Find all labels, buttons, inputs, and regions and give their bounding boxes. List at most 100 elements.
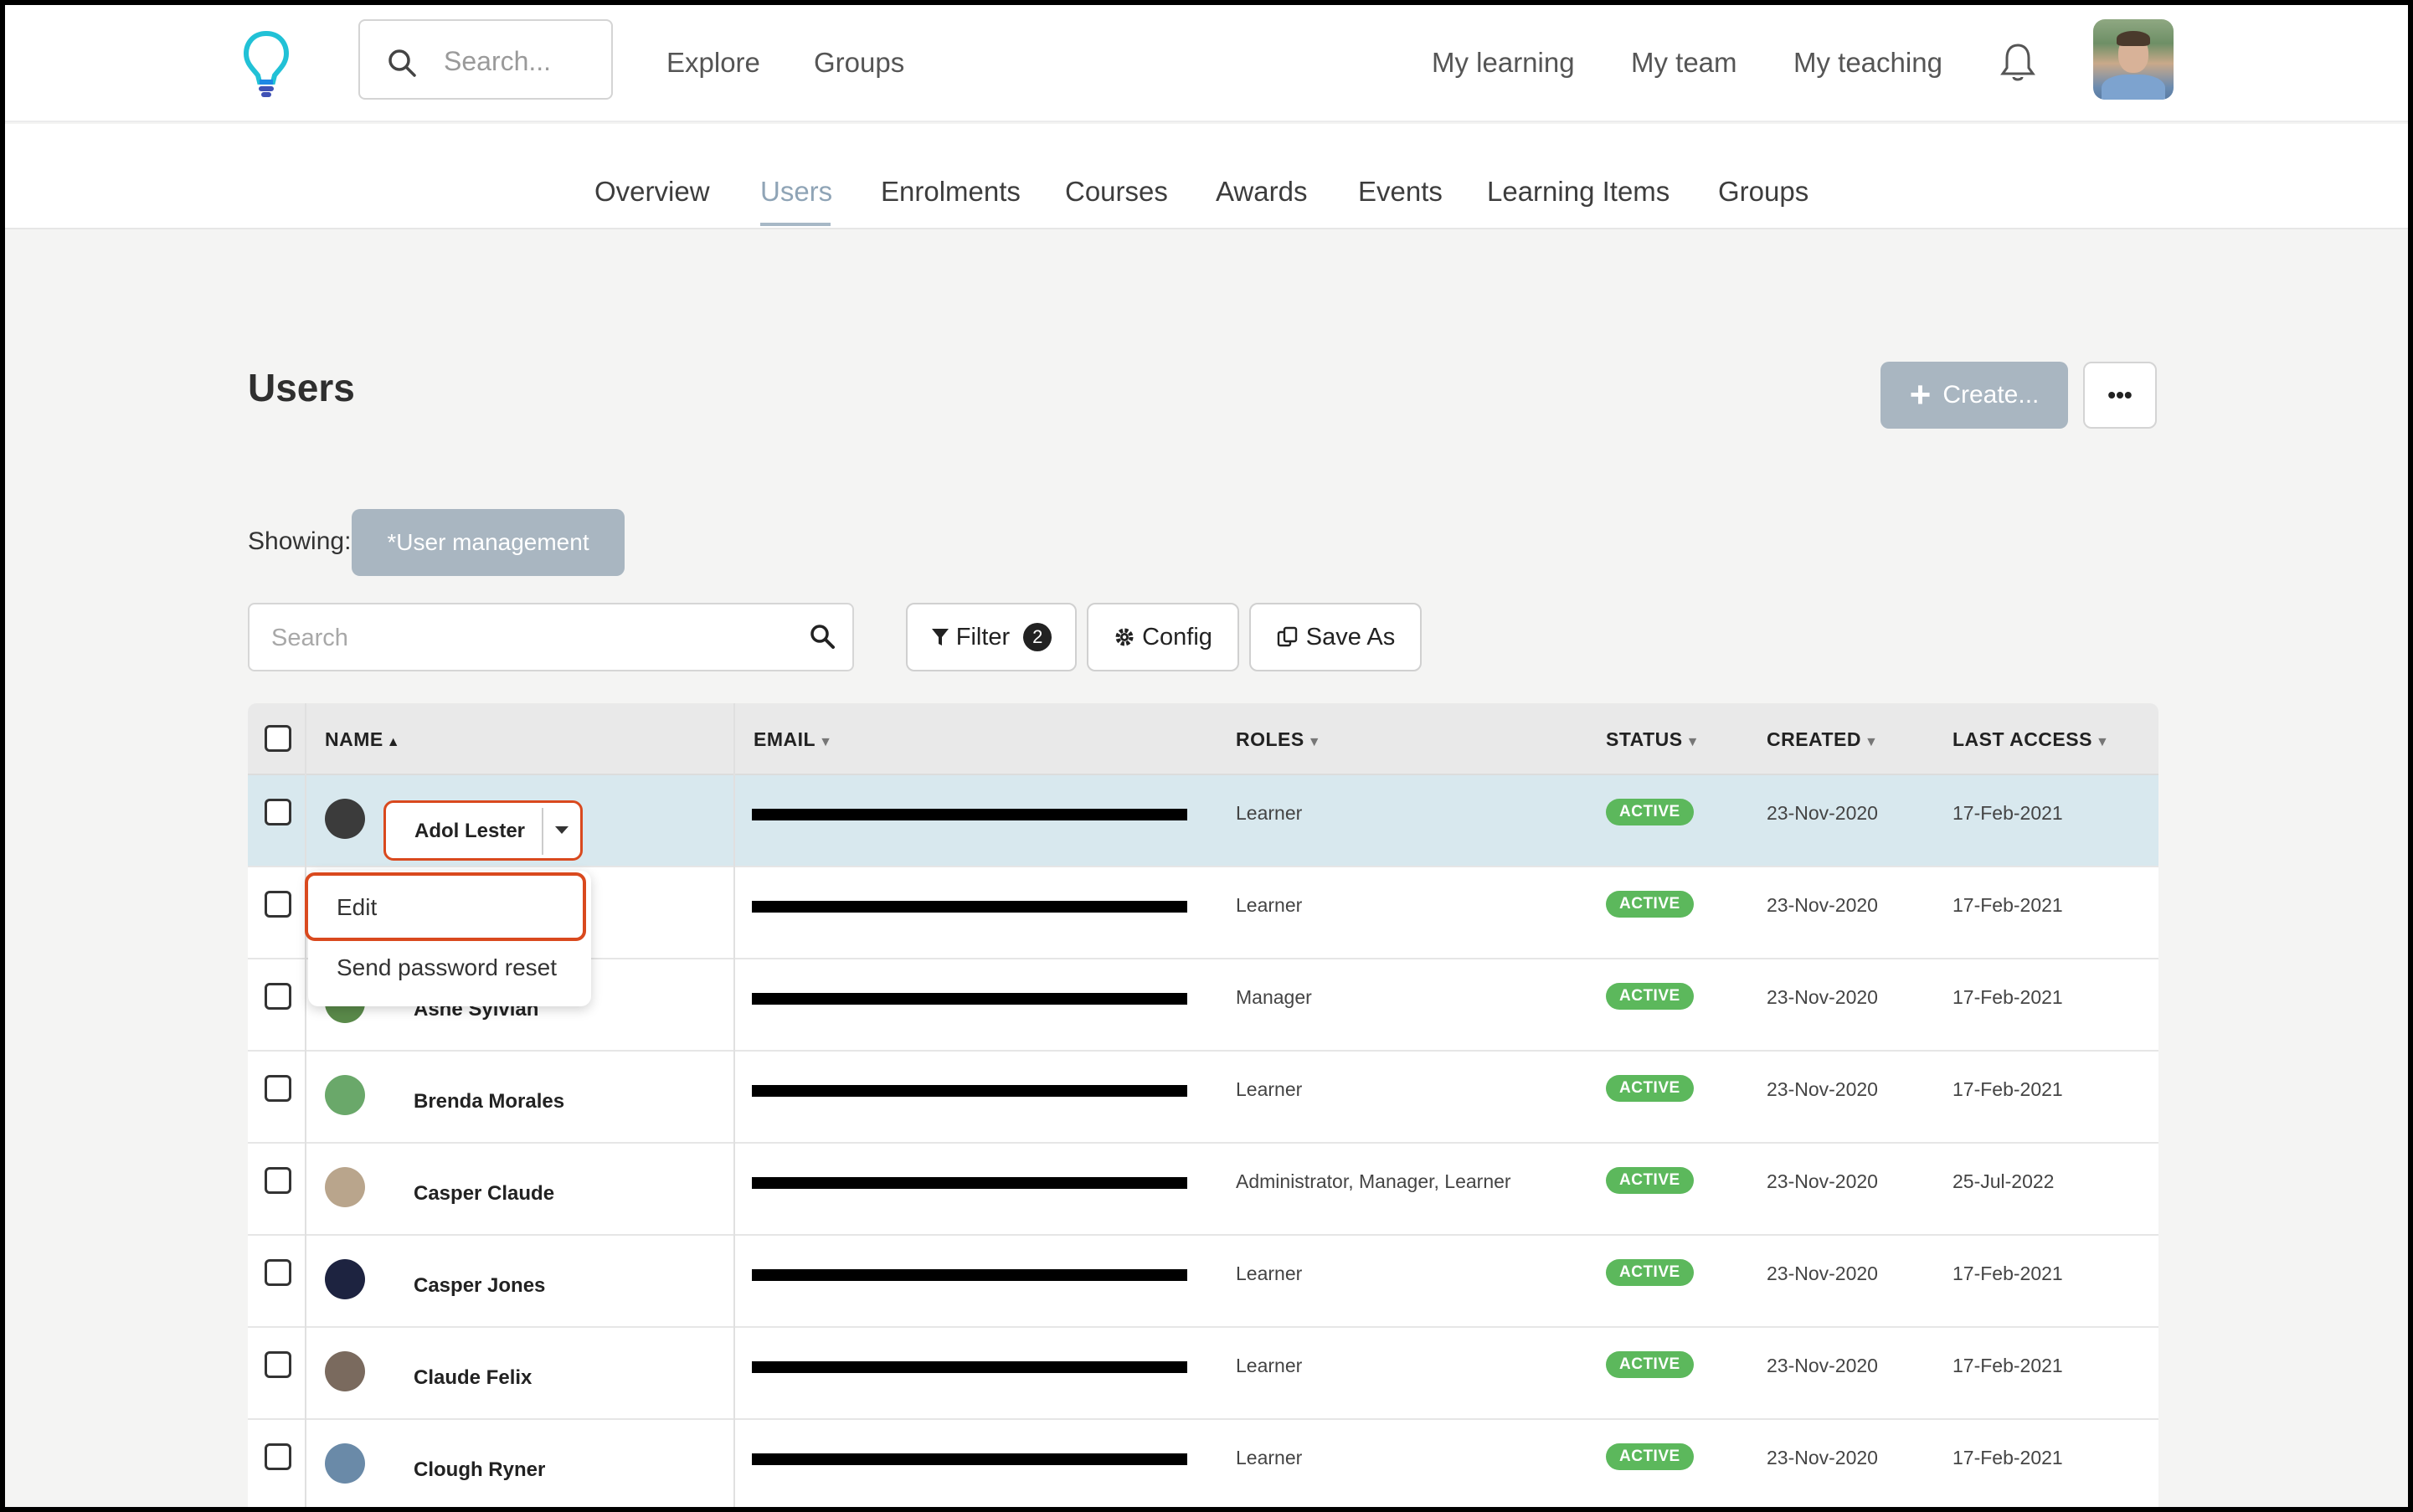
app-window: Search... Explore Groups My learning My … bbox=[5, 5, 2408, 1507]
header-roles[interactable]: ROLES ▼ bbox=[1236, 728, 1321, 751]
status-badge: ACTIVE bbox=[1606, 1443, 1694, 1470]
tab-courses[interactable]: Courses bbox=[1065, 176, 1168, 208]
create-label: Create... bbox=[1942, 381, 2040, 409]
showing-label: Showing: bbox=[248, 527, 352, 555]
table-row[interactable]: Casper Jones Learner 23-Nov-2020 17-Feb-202… bbox=[248, 1236, 2158, 1328]
status-badge: ACTIVE bbox=[1606, 1075, 1694, 1102]
redacted-email bbox=[752, 1453, 1187, 1465]
user-roles: Manager bbox=[1236, 986, 1312, 1008]
redacted-email bbox=[752, 993, 1187, 1005]
header-created[interactable]: CREATED ▼ bbox=[1767, 728, 1878, 751]
redacted-email bbox=[752, 901, 1187, 913]
top-header: Search... Explore Groups My learning My … bbox=[5, 5, 2408, 122]
tab-groups[interactable]: Groups bbox=[1718, 176, 1808, 208]
save-as-button[interactable]: Save As bbox=[1249, 603, 1422, 671]
create-button[interactable]: + Create... bbox=[1880, 362, 2068, 429]
tab-learning-items[interactable]: Learning Items bbox=[1487, 176, 1670, 208]
select-all-checkbox[interactable] bbox=[265, 725, 291, 752]
sort-arrow-icon: ▼ bbox=[1685, 735, 1700, 749]
row-checkbox[interactable] bbox=[265, 799, 291, 825]
filter-button[interactable]: Filter 2 bbox=[906, 603, 1077, 671]
menu-item-edit[interactable]: Edit bbox=[337, 894, 377, 921]
config-button[interactable]: Config bbox=[1087, 603, 1239, 671]
last-access-date: 17-Feb-2021 bbox=[1953, 1078, 2063, 1100]
nav-groups[interactable]: Groups bbox=[814, 47, 904, 79]
menu-item-send-password-reset[interactable]: Send password reset bbox=[337, 954, 557, 981]
sort-arrow-icon: ▼ bbox=[2095, 735, 2110, 749]
last-access-date: 17-Feb-2021 bbox=[1953, 986, 2063, 1008]
page-title: Users bbox=[248, 366, 355, 409]
redacted-email bbox=[752, 1085, 1187, 1097]
tab-awards[interactable]: Awards bbox=[1216, 176, 1307, 208]
user-name[interactable]: Casper Claude bbox=[414, 1182, 554, 1206]
chevron-down-icon[interactable] bbox=[555, 826, 569, 834]
last-access-date: 17-Feb-2021 bbox=[1953, 1355, 2063, 1376]
header-name[interactable]: NAME ▲ bbox=[325, 728, 400, 751]
user-name[interactable]: Clough Ryner bbox=[414, 1458, 545, 1482]
more-options-button[interactable]: ••• bbox=[2083, 362, 2157, 429]
created-date: 23-Nov-2020 bbox=[1767, 894, 1878, 916]
nav-explore[interactable]: Explore bbox=[666, 47, 760, 79]
user-avatar[interactable] bbox=[2093, 19, 2174, 100]
filter-label: Filter bbox=[955, 623, 1011, 651]
row-checkbox[interactable] bbox=[265, 891, 291, 918]
sort-arrow-icon: ▼ bbox=[819, 735, 833, 749]
tab-overview[interactable]: Overview bbox=[594, 176, 710, 208]
sort-arrow-icon: ▼ bbox=[1864, 735, 1879, 749]
nav-my-learning[interactable]: My learning bbox=[1432, 47, 1575, 79]
header-email-label: EMAIL bbox=[754, 728, 816, 750]
lightbulb-logo-icon[interactable] bbox=[241, 30, 291, 99]
header-name-label: NAME bbox=[325, 728, 383, 750]
row-checkbox[interactable] bbox=[265, 983, 291, 1010]
search-placeholder: Search... bbox=[444, 46, 552, 76]
table-row[interactable]: Claude Felix Learner 23-Nov-2020 17-Feb-202… bbox=[248, 1328, 2158, 1420]
search-icon[interactable] bbox=[809, 623, 836, 650]
row-checkbox[interactable] bbox=[265, 1259, 291, 1286]
tab-enrolments[interactable]: Enrolments bbox=[881, 176, 1021, 208]
avatar bbox=[325, 1167, 365, 1207]
status-badge: ACTIVE bbox=[1606, 799, 1694, 825]
config-label: Config bbox=[1142, 623, 1212, 651]
last-access-date: 17-Feb-2021 bbox=[1953, 1447, 2063, 1468]
search-placeholder: Search bbox=[271, 625, 348, 651]
user-name[interactable]: Casper Jones bbox=[414, 1274, 545, 1298]
header-created-label: CREATED bbox=[1767, 728, 1861, 750]
row-checkbox[interactable] bbox=[265, 1075, 291, 1102]
header-last-access-label: LAST ACCESS bbox=[1953, 728, 2092, 750]
row-checkbox[interactable] bbox=[265, 1443, 291, 1470]
avatar bbox=[325, 1259, 365, 1299]
created-date: 23-Nov-2020 bbox=[1767, 1355, 1878, 1376]
redacted-email bbox=[752, 1361, 1187, 1373]
bell-icon[interactable] bbox=[1999, 42, 2036, 84]
last-access-date: 17-Feb-2021 bbox=[1953, 802, 2063, 824]
created-date: 23-Nov-2020 bbox=[1767, 986, 1878, 1008]
user-name-label: Adol Lester bbox=[414, 820, 526, 842]
saved-view-chip[interactable]: *User management bbox=[352, 509, 625, 576]
tab-users[interactable]: Users bbox=[760, 176, 832, 208]
redacted-email bbox=[752, 1269, 1187, 1281]
user-name-split-button[interactable]: Adol Lester bbox=[383, 800, 583, 861]
users-search-input[interactable]: Search bbox=[248, 603, 854, 671]
nav-my-teaching[interactable]: My teaching bbox=[1793, 47, 1942, 79]
tab-events[interactable]: Events bbox=[1358, 176, 1443, 208]
user-roles: Learner bbox=[1236, 1263, 1303, 1284]
table-row[interactable]: Clough Ryner Learner 23-Nov-2020 17-Feb-202… bbox=[248, 1420, 2158, 1507]
user-name[interactable]: Claude Felix bbox=[414, 1366, 532, 1390]
header-status[interactable]: STATUS ▼ bbox=[1606, 728, 1700, 751]
table-row[interactable]: Brenda Morales Learner 23-Nov-2020 17-Feb-2… bbox=[248, 1052, 2158, 1144]
row-checkbox[interactable] bbox=[265, 1167, 291, 1194]
user-roles: Learner bbox=[1236, 894, 1303, 916]
split-divider bbox=[542, 808, 543, 855]
table-row[interactable]: Casper Claude Administrator, Manager, Lea… bbox=[248, 1144, 2158, 1236]
section-tabs: Overview Users Enrolments Courses Awards… bbox=[5, 124, 2408, 229]
nav-my-team[interactable]: My team bbox=[1631, 47, 1737, 79]
row-checkbox[interactable] bbox=[265, 1351, 291, 1378]
header-email[interactable]: EMAIL ▼ bbox=[754, 728, 832, 751]
user-name[interactable]: Brenda Morales bbox=[414, 1090, 564, 1113]
search-icon bbox=[388, 49, 416, 77]
global-search-input[interactable]: Search... bbox=[358, 19, 613, 100]
header-last-access[interactable]: LAST ACCESS ▼ bbox=[1953, 728, 2109, 751]
created-date: 23-Nov-2020 bbox=[1767, 1170, 1878, 1192]
redacted-email bbox=[752, 809, 1187, 820]
sort-arrow-icon: ▼ bbox=[1307, 735, 1322, 749]
